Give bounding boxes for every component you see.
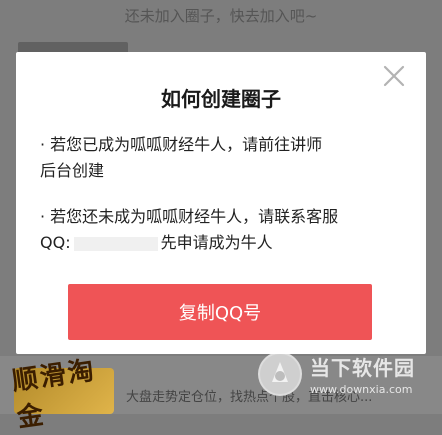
qq-number-redacted xyxy=(73,236,158,251)
copy-qq-button[interactable]: 复制QQ号 xyxy=(68,284,372,340)
watermark-title: 当下软件园 xyxy=(310,356,415,380)
dialog-title: 如何创建圈子 xyxy=(161,87,281,111)
instruction-line: · 若您还未成为呱呱财经牛人，请联系客服 xyxy=(40,207,339,226)
watermark-logo-icon xyxy=(258,352,302,396)
list-item-thumbnail: 顺滑淘金 xyxy=(10,356,114,434)
instruction-new-expert: · 若您还未成为呱呱财经牛人，请联系客服 QQ: 先申请成为牛人 xyxy=(40,204,380,256)
qq-line: QQ: 先申请成为牛人 xyxy=(40,230,380,256)
create-circle-dialog: 如何创建圈子 · 若您已成为呱呱财经牛人，请前往讲师 后台创建 · 若您还未成为… xyxy=(16,52,426,354)
qq-label: QQ: xyxy=(40,233,71,252)
watermark-url: www.downxia.com xyxy=(310,383,413,396)
instruction-line: · 若您已成为呱呱财经牛人，请前往讲师 xyxy=(40,135,323,154)
empty-circle-text: 还未加入圈子，快去加入吧~ xyxy=(124,6,318,25)
watermark: 当下软件园 www.downxia.com xyxy=(258,346,442,402)
instruction-existing-expert: · 若您已成为呱呱财经牛人，请前往讲师 后台创建 xyxy=(40,132,380,184)
instruction-line: 后台创建 xyxy=(40,161,105,180)
qq-suffix: 先申请成为牛人 xyxy=(160,233,273,252)
thumbnail-text: 顺滑淘金 xyxy=(10,355,98,434)
